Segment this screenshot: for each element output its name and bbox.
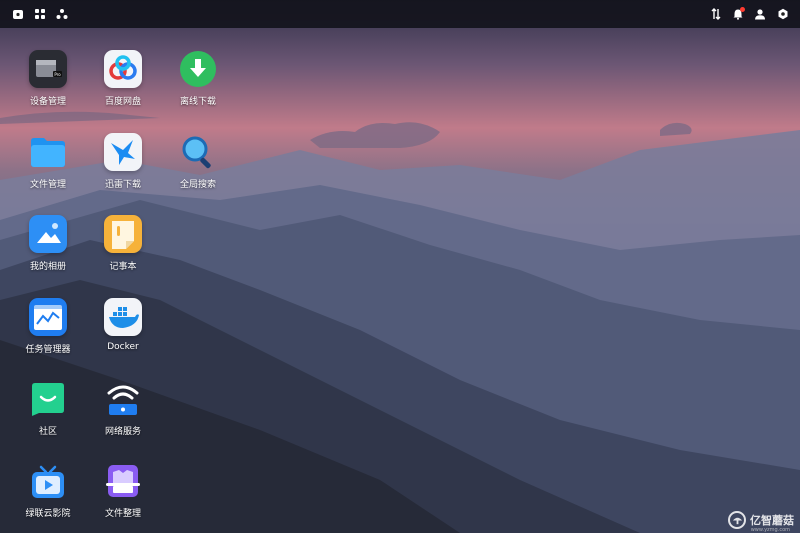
app-label: 文件管理 xyxy=(29,180,66,190)
watermark-text: 亿智蘑菇 xyxy=(750,514,794,527)
bell-icon[interactable] xyxy=(730,6,746,22)
app-task-manager[interactable]: 任务管理器 xyxy=(10,298,86,368)
home-icon[interactable] xyxy=(10,6,26,22)
app-community[interactable]: 社区 xyxy=(10,380,86,450)
app-label: 网络服务 xyxy=(104,427,141,437)
app-device-manager[interactable]: Pro 设备管理 xyxy=(10,50,86,120)
network-service-icon xyxy=(104,380,142,418)
app-label: Docker xyxy=(107,342,139,352)
device-manager-icon: Pro xyxy=(29,50,67,88)
community-icon xyxy=(29,380,67,418)
app-label: 社区 xyxy=(38,427,57,437)
app-label: 离线下载 xyxy=(179,97,216,107)
app-thunder-download[interactable]: 迅雷下载 xyxy=(85,133,161,203)
app-network-service[interactable]: 网络服务 xyxy=(85,380,161,450)
app-global-search[interactable]: 全局搜索 xyxy=(160,133,236,203)
top-bar xyxy=(0,0,800,28)
app-offline-download[interactable]: 离线下载 xyxy=(160,50,236,120)
app-photo-album[interactable]: 我的相册 xyxy=(10,215,86,285)
svg-text:Pro: Pro xyxy=(54,72,61,77)
app-label: 百度网盘 xyxy=(104,97,141,107)
app-baidu-netdisk[interactable]: 百度网盘 xyxy=(85,50,161,120)
cinema-icon xyxy=(29,462,67,500)
app-label: 全局搜索 xyxy=(179,180,216,190)
global-search-icon xyxy=(179,133,217,171)
file-manager-icon xyxy=(29,133,67,171)
app-label: 我的相册 xyxy=(29,262,66,272)
docker-icon xyxy=(104,298,142,336)
app-notepad[interactable]: 记事本 xyxy=(85,215,161,285)
notification-badge xyxy=(740,7,745,12)
photo-album-icon xyxy=(29,215,67,253)
apps-grid-icon[interactable] xyxy=(32,6,48,22)
app-label: 设备管理 xyxy=(29,97,66,107)
app-label: 任务管理器 xyxy=(25,345,71,355)
cluster-icon[interactable] xyxy=(54,6,70,22)
app-file-manager[interactable]: 文件管理 xyxy=(10,133,86,203)
user-icon[interactable] xyxy=(752,6,768,22)
app-file-organize[interactable]: 文件整理 xyxy=(85,462,161,532)
offline-download-icon xyxy=(179,50,217,88)
watermark-url: www.yzmg.com xyxy=(750,527,790,533)
file-organize-icon xyxy=(104,462,142,500)
task-manager-icon xyxy=(29,298,67,336)
app-label: 文件整理 xyxy=(104,509,141,519)
settings-icon[interactable] xyxy=(775,6,791,22)
app-docker[interactable]: Docker xyxy=(85,298,161,368)
transfer-icon[interactable] xyxy=(708,6,724,22)
app-label: 记事本 xyxy=(109,262,137,272)
baidu-netdisk-icon xyxy=(104,50,142,88)
app-cinema[interactable]: 绿联云影院 xyxy=(10,462,86,532)
thunder-download-icon xyxy=(104,133,142,171)
app-label: 迅雷下载 xyxy=(104,180,141,190)
app-label: 绿联云影院 xyxy=(25,509,71,519)
mushroom-logo-icon xyxy=(728,511,746,529)
notepad-icon xyxy=(104,215,142,253)
